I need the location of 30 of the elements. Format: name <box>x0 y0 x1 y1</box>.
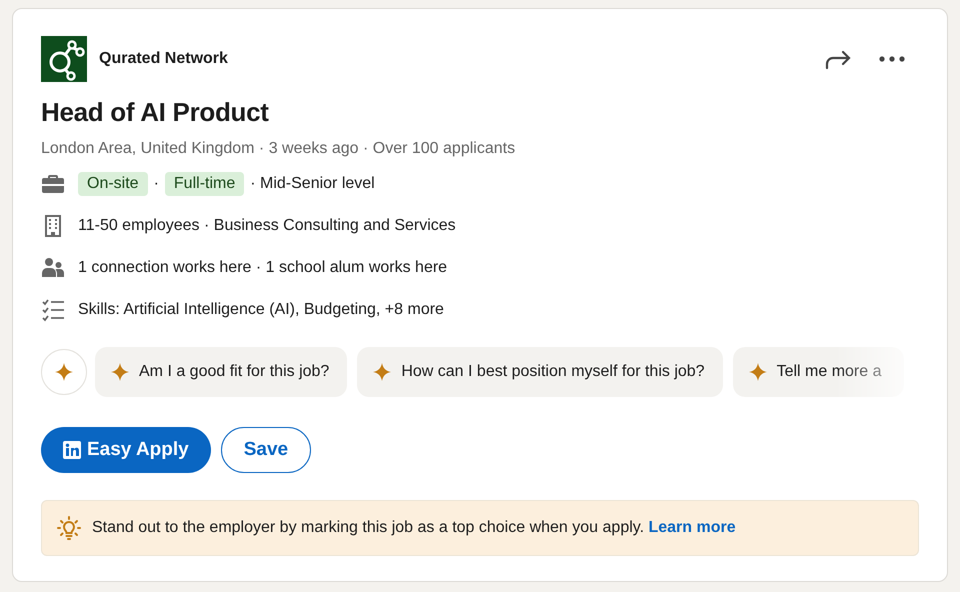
sparkle-icon <box>373 363 392 381</box>
insight-text: · Mid-Senior level <box>250 175 375 193</box>
easy-apply-button[interactable]: Easy Apply <box>41 427 211 473</box>
job-tag: On-site <box>78 172 148 196</box>
lightbulb-icon <box>56 515 82 541</box>
ai-button[interactable] <box>41 349 87 395</box>
briefcase-icon <box>41 172 65 196</box>
share-icon[interactable] <box>825 48 851 70</box>
prompt-chip[interactable]: Am I a good fit for this job? <box>95 347 348 397</box>
job-title: Head of AI Product <box>41 96 270 129</box>
learn-more-link[interactable]: Learn more <box>648 519 736 536</box>
sparkle-icon <box>111 363 129 381</box>
checklist-icon <box>41 298 65 322</box>
sparkle-icon <box>55 363 73 381</box>
company-logo <box>41 36 87 82</box>
company-name[interactable]: Qurated Network <box>99 50 813 68</box>
insight-text: 11-50 employees · Business Consulting and Services <box>78 217 456 235</box>
insight-text: Skills: Artificial Intelligence (AI), Budgeting, +8 more <box>78 301 444 319</box>
job-meta: London Area, United Kingdom · 3 weeks ago · Over 100 applicants <box>41 139 516 159</box>
save-button[interactable]: Save <box>220 427 312 473</box>
more-icon[interactable] <box>879 56 905 62</box>
prompt-chip[interactable]: How can I best position myself for this job? <box>357 347 723 397</box>
job-tag: Full-time <box>164 172 244 196</box>
insight-text: 1 connection works here · 1 school alum works here <box>78 259 448 277</box>
sparkle-icon <box>748 363 767 381</box>
insight-text: · <box>154 175 159 193</box>
banner-text: Stand out to the employer by marking this job as a top choice when you apply. Learn more <box>92 519 736 537</box>
prompt-chip[interactable]: Tell me more a <box>732 347 904 397</box>
linkedin-icon <box>63 441 81 459</box>
people-icon <box>41 256 65 280</box>
